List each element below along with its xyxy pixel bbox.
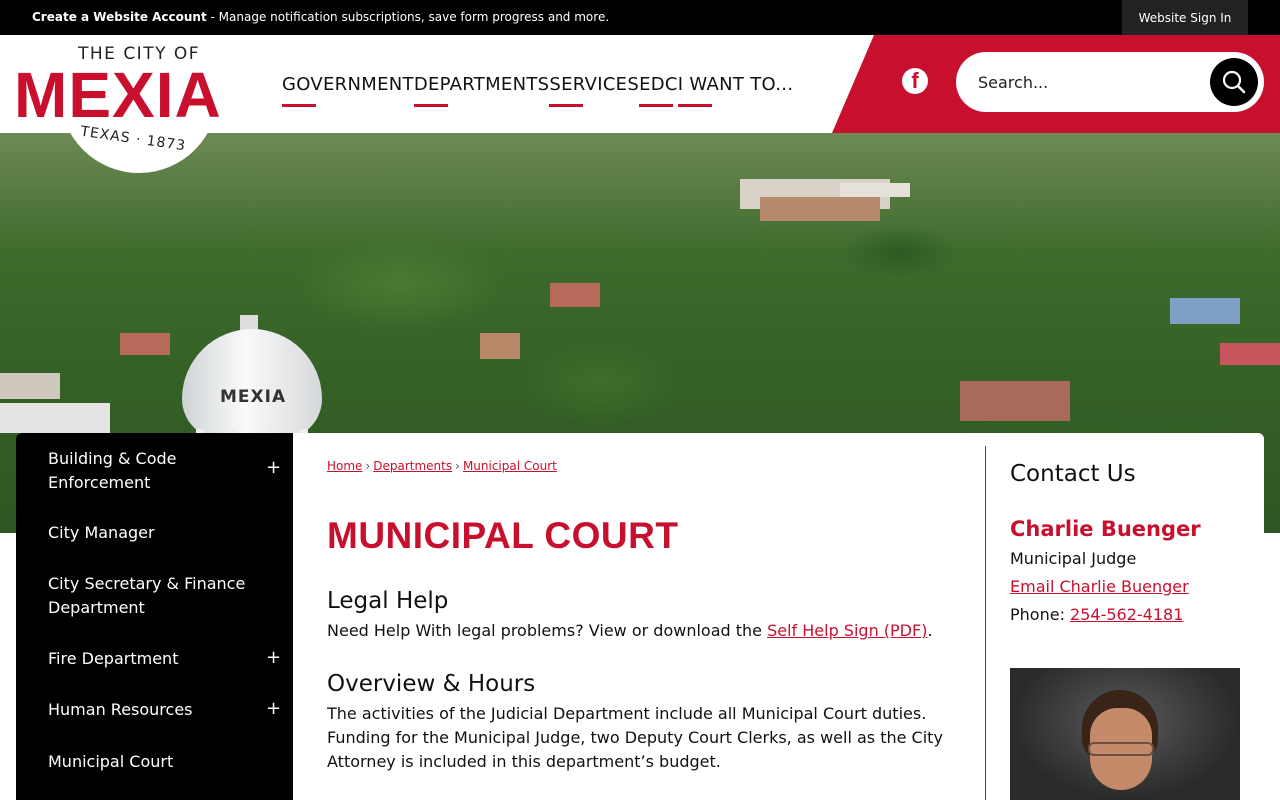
expand-human-resources-icon[interactable]: +: [266, 698, 281, 719]
website-sign-in-button[interactable]: Website Sign In: [1122, 0, 1248, 35]
expand-fire-department-icon[interactable]: +: [266, 647, 281, 668]
page-title: MUNICIPAL COURT: [327, 515, 679, 556]
main-navigation: GOVERNMENT DEPARTMENTS SERVICES EDC I WA…: [282, 35, 793, 133]
contact-role: Municipal Judge: [1010, 549, 1137, 568]
overview-hours-heading: Overview & Hours: [327, 671, 536, 697]
water-tower-text: MEXIA: [220, 387, 287, 407]
contact-heading: Contact Us: [1010, 461, 1136, 487]
search-button[interactable]: [1210, 58, 1258, 106]
nav-government[interactable]: GOVERNMENT: [282, 74, 414, 107]
sidenav-item-human-resources[interactable]: Human Resources: [48, 698, 258, 722]
department-side-nav: Building & Code Enforcement + City Manag…: [16, 433, 293, 800]
contact-email-link[interactable]: Email Charlie Buenger: [1010, 577, 1189, 596]
overview-hours-text: The activities of the Judicial Departmen…: [327, 704, 943, 771]
search-box: [956, 52, 1264, 112]
nav-i-want-to[interactable]: I WANT TO...: [677, 74, 794, 107]
create-account-description: - Manage notification subscriptions, sav…: [206, 10, 610, 24]
legal-help-text: Need Help With legal problems? View or d…: [327, 619, 957, 643]
breadcrumb: Home › Departments › Municipal Court: [327, 459, 557, 473]
nav-departments[interactable]: DEPARTMENTS: [413, 74, 550, 107]
search-input[interactable]: [978, 64, 1198, 100]
create-account-strong: Create a Website Account: [32, 10, 207, 24]
contact-name: Charlie Buenger: [1010, 517, 1201, 541]
self-help-sign-link[interactable]: Self Help Sign (PDF): [767, 621, 927, 640]
nav-services[interactable]: SERVICES: [549, 74, 639, 107]
expand-building-code-icon[interactable]: +: [266, 457, 281, 478]
legal-help-text-after: .: [927, 621, 933, 640]
breadcrumb-departments[interactable]: Departments: [373, 459, 452, 473]
breadcrumb-home[interactable]: Home: [327, 459, 362, 473]
facebook-icon[interactable]: f: [902, 68, 928, 94]
contact-phone-link[interactable]: 254-562-4181: [1070, 605, 1183, 624]
breadcrumb-municipal-court[interactable]: Municipal Court: [463, 459, 557, 473]
sidenav-item-building-code-enforcement[interactable]: Building & Code Enforcement: [48, 447, 258, 495]
sidenav-item-fire-department[interactable]: Fire Department: [48, 647, 258, 671]
nav-edc[interactable]: EDC: [639, 74, 678, 107]
contact-phone-label: Phone:: [1010, 605, 1071, 624]
sidenav-item-city-secretary-finance[interactable]: City Secretary & Finance Department: [48, 572, 268, 620]
sidenav-item-municipal-court[interactable]: Municipal Court: [48, 750, 258, 774]
search-icon: [1222, 70, 1246, 94]
top-utility-bar: Create a Website Account - Manage notifi…: [0, 0, 1280, 35]
sidenav-item-city-manager[interactable]: City Manager: [48, 521, 258, 545]
create-account-link[interactable]: Create a Website Account - Manage notifi…: [32, 10, 609, 24]
contact-divider: [985, 446, 986, 800]
logo-name: MEXIA: [14, 59, 222, 131]
city-logo[interactable]: THE CITY OF MEXIA TEXAS · 1873: [0, 35, 280, 175]
legal-help-heading: Legal Help: [327, 588, 449, 614]
contact-phone: Phone: 254-562-4181: [1010, 605, 1183, 624]
breadcrumb-separator: ›: [455, 459, 460, 473]
contact-photo: [1010, 668, 1240, 800]
breadcrumb-separator: ›: [365, 459, 371, 473]
legal-help-text-before: Need Help With legal problems? View or d…: [327, 621, 768, 640]
